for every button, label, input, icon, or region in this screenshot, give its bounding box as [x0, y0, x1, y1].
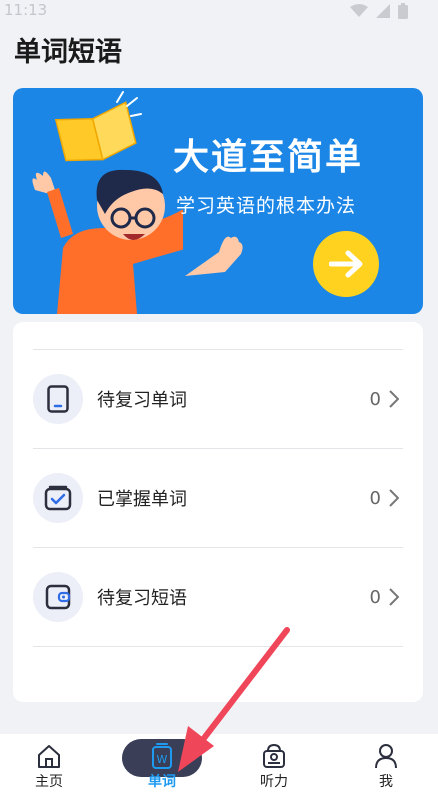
status-icons [350, 3, 408, 19]
banner-illustration [32, 91, 183, 314]
tab-label: 我 [379, 774, 393, 790]
list-item-label: 待复习短语 [97, 588, 187, 609]
arrow-right-icon [329, 250, 363, 278]
wifi-icon [350, 4, 368, 17]
person-icon [374, 742, 398, 770]
tablet-icon [33, 374, 83, 424]
svg-text:W: W [157, 753, 168, 766]
tab-label: 主页 [35, 774, 63, 790]
home-icon [36, 742, 62, 770]
divider [33, 646, 403, 647]
page-title: 单词短语 [14, 37, 122, 68]
right-hand-illustration [185, 236, 243, 276]
tab-words[interactable]: W 单词 [122, 734, 202, 792]
list-item-count: 0 [369, 586, 381, 608]
tab-label: 听力 [260, 774, 288, 790]
radio-icon [262, 742, 286, 770]
list-item-count: 0 [369, 487, 381, 509]
wallet-icon [33, 572, 83, 622]
tab-listening[interactable]: 听力 [234, 734, 314, 792]
banner-subtitle: 学习英语的根本办法 [176, 195, 357, 217]
tab-home[interactable]: 主页 [9, 734, 89, 792]
list-item-label: 已掌握单词 [97, 489, 187, 510]
tab-me[interactable]: 我 [346, 734, 426, 792]
chevron-right-icon [389, 587, 403, 607]
chevron-right-icon [389, 389, 403, 409]
chevron-right-icon [389, 488, 403, 508]
banner-title: 大道至简单 [173, 137, 364, 178]
list-item-mastered-words[interactable]: 已掌握单词 0 [33, 449, 403, 547]
tab-label: 单词 [148, 774, 176, 790]
list-item-label: 待复习单词 [97, 390, 187, 411]
status-bar: 11:13 [0, 0, 438, 24]
checked-box-icon [33, 473, 83, 523]
word-list-card: 待复习单词 0 已掌握单词 0 待复习短语 0 [13, 322, 423, 702]
banner-arrow-button[interactable] [313, 231, 379, 297]
list-item-review-words[interactable]: 待复习单词 0 [33, 350, 403, 448]
promo-banner[interactable]: 大道至简单 学习英语的根本办法 [13, 88, 423, 314]
list-item-count: 0 [369, 388, 381, 410]
word-book-icon: W [150, 742, 174, 770]
list-item-review-phrases[interactable]: 待复习短语 0 [33, 548, 403, 646]
signal-icon [376, 4, 390, 18]
status-time: 11:13 [4, 1, 48, 19]
battery-icon [398, 3, 408, 19]
